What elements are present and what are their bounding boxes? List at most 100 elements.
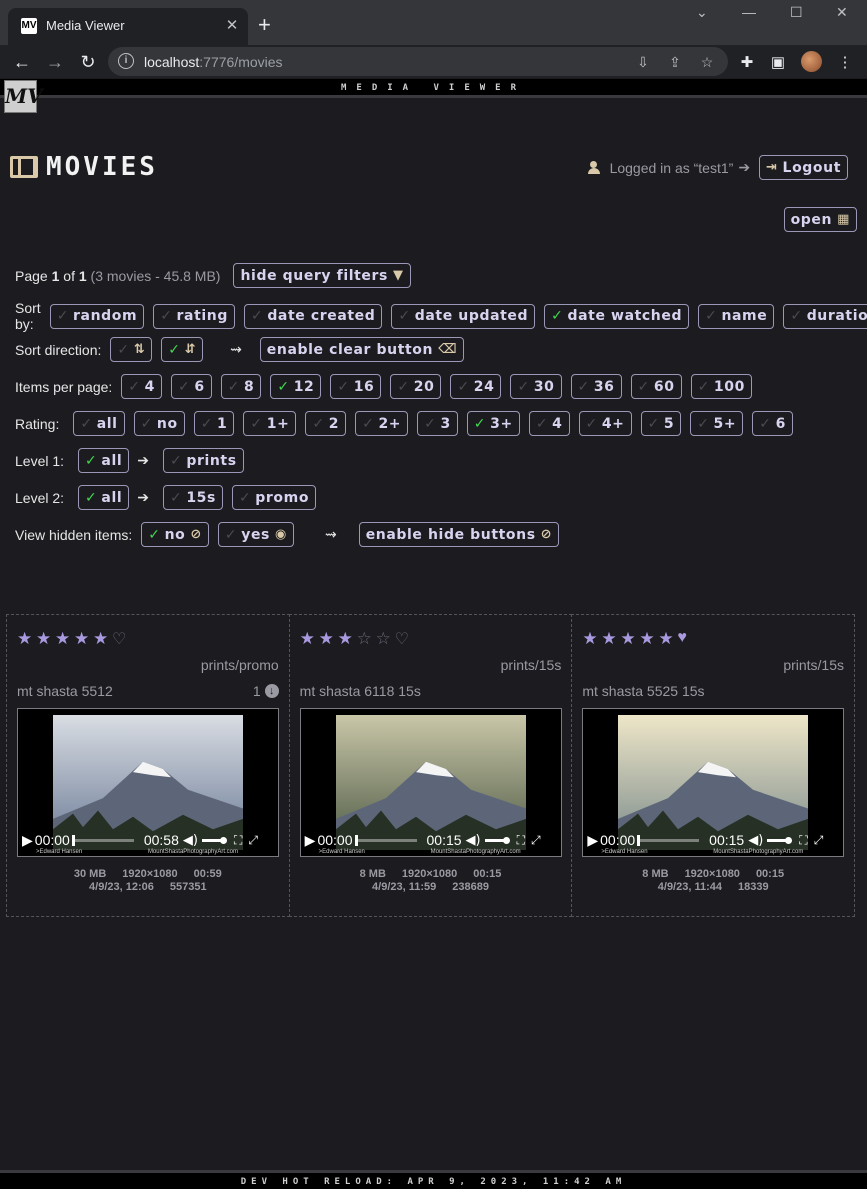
star-filled-icon[interactable]: ★ [300, 629, 319, 649]
card-path[interactable]: prints/promo [201, 657, 279, 673]
star-empty-icon[interactable]: ☆ [376, 629, 395, 649]
rating-option-button[interactable]: ✓ 6 [752, 411, 793, 436]
items-per-page-option-button[interactable]: ✓ 24 [450, 374, 502, 399]
rating-option-button[interactable]: ✓ 2+ [355, 411, 409, 436]
star-filled-icon[interactable]: ★ [55, 629, 74, 649]
card-path[interactable]: prints/15s [501, 657, 562, 673]
rating-option-button[interactable]: ✓ 4+ [578, 411, 632, 436]
video-player[interactable]: >Edward Hansen MountShastaPhotographyArt.… [582, 708, 845, 857]
address-bar[interactable]: i localhost:7776/movies ⇩ ⇪ ☆ [108, 47, 728, 76]
sort-by-option-button[interactable]: ✓ date updated [391, 303, 536, 329]
expand-icon[interactable]: ⤢ [814, 833, 824, 848]
bookmark-star-icon[interactable]: ☆ [698, 53, 716, 71]
play-icon[interactable]: ▶ [305, 832, 316, 849]
rating-option-button[interactable]: ✓ 5 [640, 411, 682, 436]
volume-slider[interactable] [201, 836, 227, 844]
hidden-yes-button[interactable]: ✓ yes ◉ [217, 522, 294, 547]
sort-by-option-button[interactable]: ✓ random [49, 303, 145, 329]
card-title[interactable]: mt shasta 5525 15s [582, 683, 704, 699]
seek-bar[interactable] [637, 834, 700, 846]
items-per-page-option-button[interactable]: ✓ 4 [121, 374, 162, 399]
video-player[interactable]: >Edward Hansen MountShastaPhotographyArt.… [17, 708, 279, 857]
expand-icon[interactable]: ⤢ [248, 833, 258, 848]
sort-by-option-button[interactable]: ✓ name [698, 303, 775, 329]
items-per-page-option-button[interactable]: ✓ 12 [270, 374, 322, 399]
rating-option-button[interactable]: ✓ 1 [193, 411, 235, 436]
heart-icon[interactable]: ♡ [395, 629, 413, 649]
download-circle-icon[interactable]: ↓ [264, 684, 279, 698]
sort-by-option-button[interactable]: ✓ rating [153, 303, 235, 329]
sort-descending-button[interactable]: ✓ ⇵ [161, 337, 204, 362]
level2-all-button[interactable]: ✓ all [78, 485, 130, 510]
site-info-icon[interactable]: i [118, 53, 134, 69]
hidden-no-button[interactable]: ✓ no ⊘ [141, 522, 209, 547]
rating-option-button[interactable]: ✓ 3 [417, 411, 458, 436]
url-text[interactable]: localhost:7776/movies [144, 54, 283, 70]
rating-option-button[interactable]: ✓ all [73, 411, 125, 436]
sort-by-option-button[interactable]: ✓duration [783, 303, 867, 329]
volume-icon[interactable]: ◀) [748, 833, 763, 848]
star-filled-icon[interactable]: ★ [36, 629, 55, 649]
level1-prints-button[interactable]: ✓ prints [162, 448, 244, 473]
star-filled-icon[interactable]: ★ [17, 629, 36, 649]
sort-by-option-button[interactable]: ✓ date created [243, 303, 383, 329]
volume-icon[interactable]: ◀) [466, 833, 481, 848]
volume-slider[interactable] [767, 836, 793, 844]
items-per-page-option-button[interactable]: ✓ 30 [510, 374, 562, 399]
play-icon[interactable]: ▶ [22, 832, 33, 849]
logout-button[interactable]: ⇥ Logout [759, 155, 848, 180]
enable-clear-button[interactable]: enable clear button ⌫ [259, 337, 465, 362]
enable-hide-buttons-button[interactable]: enable hide buttons ⊘ [358, 522, 560, 547]
heart-icon[interactable]: ♥ [677, 629, 695, 649]
fullscreen-icon[interactable]: ⛶ [799, 833, 807, 848]
browser-tab[interactable]: MV Media Viewer ✕ [8, 8, 248, 45]
rating-option-button[interactable]: ✓ 5+ [690, 411, 744, 436]
star-empty-icon[interactable]: ☆ [357, 629, 376, 649]
level1-all-button[interactable]: ✓ all [78, 448, 130, 473]
open-button[interactable]: open ▦ [783, 207, 857, 232]
star-filled-icon[interactable]: ★ [639, 629, 658, 649]
items-per-page-option-button[interactable]: ✓ 100 [690, 374, 752, 399]
items-per-page-option-button[interactable]: ✓ 36 [570, 374, 622, 399]
card-path[interactable]: prints/15s [783, 657, 844, 673]
reload-icon[interactable]: ↻ [76, 50, 100, 74]
forward-icon[interactable]: → [43, 50, 67, 74]
card-title[interactable]: mt shasta 6118 15s [300, 683, 421, 699]
profile-avatar[interactable] [801, 51, 822, 72]
maximize-icon[interactable]: ☐ [790, 4, 803, 21]
share-icon[interactable]: ⇪ [666, 53, 684, 71]
items-per-page-option-button[interactable]: ✓ 20 [390, 374, 442, 399]
expand-icon[interactable]: ⤢ [531, 833, 541, 848]
items-per-page-option-button[interactable]: ✓ 60 [630, 374, 682, 399]
minimize-icon[interactable]: — [742, 4, 756, 20]
volume-slider[interactable] [484, 836, 510, 844]
items-per-page-option-button[interactable]: ✓ 8 [220, 374, 262, 399]
play-icon[interactable]: ▶ [587, 832, 598, 849]
volume-icon[interactable]: ◀) [183, 833, 198, 848]
site-logo[interactable]: MV [4, 80, 43, 113]
side-panel-icon[interactable]: ▣ [769, 54, 787, 72]
close-tab-icon[interactable]: ✕ [222, 16, 242, 36]
card-title[interactable]: mt shasta 5512 [17, 683, 113, 699]
star-filled-icon[interactable]: ★ [74, 629, 93, 649]
star-filled-icon[interactable]: ★ [319, 629, 338, 649]
items-per-page-option-button[interactable]: ✓ 6 [170, 374, 212, 399]
items-per-page-option-button[interactable]: ✓ 16 [330, 374, 382, 399]
menu-icon[interactable]: ⋮ [836, 54, 854, 72]
seek-bar[interactable] [354, 834, 417, 846]
fullscreen-icon[interactable]: ⛶ [517, 833, 525, 848]
fullscreen-icon[interactable]: ⛶ [234, 833, 242, 848]
star-filled-icon[interactable]: ★ [582, 629, 601, 649]
rating-option-button[interactable]: ✓ 3+ [466, 411, 520, 436]
tab-search-icon[interactable]: ⌄ [696, 4, 708, 21]
rating-option-button[interactable]: ✓ no [133, 411, 185, 436]
install-icon[interactable]: ⇩ [634, 53, 652, 71]
star-filled-icon[interactable]: ★ [658, 629, 677, 649]
hide-filters-button[interactable]: hide query filters ▼ [233, 263, 411, 288]
star-filled-icon[interactable]: ★ [620, 629, 639, 649]
level2-15s-button[interactable]: ✓ 15s [162, 485, 223, 510]
sort-ascending-button[interactable]: ✓ ⇅ [110, 337, 153, 362]
sort-by-option-button[interactable]: ✓ date watched [544, 303, 690, 329]
new-tab-icon[interactable]: + [258, 14, 271, 36]
level2-promo-button[interactable]: ✓ promo [231, 485, 317, 510]
